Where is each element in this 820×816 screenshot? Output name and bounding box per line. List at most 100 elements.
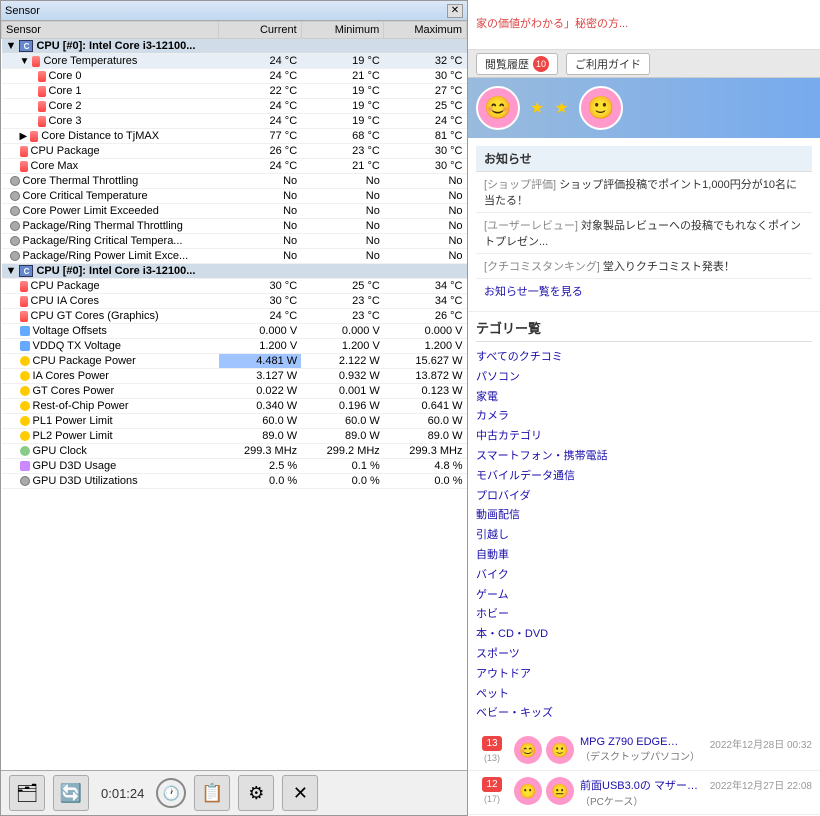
forum-avatar-1-1: 😶 <box>514 777 542 805</box>
category-title: テゴリー覧 <box>476 318 812 342</box>
browser-tab-guide[interactable]: ご利用ガイド <box>566 53 650 75</box>
forum-info-1: 前面USB3.0の マザー… （PCケース） <box>580 777 704 808</box>
sensor-window-title: Sensor <box>5 5 40 17</box>
avatar-area: 😊 ★ ★ 🙂 <box>468 78 820 138</box>
table-row: Package/Ring Thermal ThrottlingNoNoNo <box>2 219 467 234</box>
table-row: GT Cores Power0.022 W0.001 W0.123 W <box>2 384 467 399</box>
right-panel: 家の価値がわかる」秘密の方... 閲覧履歴 10 ご利用ガイド 😊 ★ ★ 🙂 … <box>468 0 820 816</box>
news-label-1: [ショップ評価] <box>484 179 556 191</box>
forum-count-0: 13 <box>482 736 502 751</box>
news-item-2: [ユーザーレビュー] 対象製品レビューへの投稿でもれなくポイントプレゼン... <box>476 213 812 254</box>
category-link-sub-cat[interactable]: 中古カテゴリ <box>476 427 812 447</box>
table-row: Core 024 °C21 °C30 °C <box>2 69 467 84</box>
forum-date-1: 2022年12月27日 22:08 <box>710 777 812 792</box>
forum-sub-count-1: (17) <box>484 794 500 804</box>
table-row: CPU GT Cores (Graphics)24 °C23 °C26 °C <box>2 309 467 324</box>
forum-list: 13 (13) 😊 🙂 MPG Z790 EDGE… （デスクトップパソコン） … <box>468 730 820 816</box>
category-link-game[interactable]: ゲーム <box>476 586 812 606</box>
category-link-pc[interactable]: パソコン <box>476 368 812 388</box>
toolbar-btn-folder[interactable]: 🗂 <box>9 775 45 811</box>
toolbar-btn-refresh[interactable]: 🔄 <box>53 775 89 811</box>
tab-history-badge: 10 <box>533 56 549 72</box>
subgroup-core-temps[interactable]: ▼ Core Temperatures24 °C19 °C32 °C <box>2 54 467 69</box>
category-link-all-reviews[interactable]: すべてのクチコミ <box>476 348 812 368</box>
forum-title-1[interactable]: 前面USB3.0の マザー… <box>580 777 704 793</box>
group-row-cpu0[interactable]: ▼ CCPU [#0]: Intel Core i3-12100... <box>2 39 467 54</box>
news-header: お知らせ <box>476 146 812 172</box>
news-title: お知らせ <box>484 150 532 167</box>
news-detail-3: 堂入りクチコミスト発表！ <box>603 261 735 273</box>
table-row: Core 324 °C19 °C24 °C <box>2 114 467 129</box>
category-link-books[interactable]: 本・CD・DVD <box>476 625 812 645</box>
table-row: Core 122 °C19 °C27 °C <box>2 84 467 99</box>
toolbar-btn-add[interactable]: 📋 <box>194 775 230 811</box>
category-link-pet[interactable]: ペット <box>476 685 812 705</box>
news-more-link-wrapper: お知らせ一覧を見る <box>476 279 812 303</box>
forum-avatars-1: 😶 😐 <box>514 777 574 805</box>
table-row: CPU Package Power4.481 W2.122 W15.627 W <box>2 354 467 369</box>
forum-date-0: 2022年12月28日 00:32 <box>710 736 812 751</box>
star-icon-2: ★ <box>554 98 568 118</box>
forum-avatar-1-0: 😊 <box>514 736 542 764</box>
forum-date-area-0: 2022年12月28日 00:32 <box>710 736 812 751</box>
table-row: Core Power Limit ExceededNoNoNo <box>2 204 467 219</box>
forum-title-0[interactable]: MPG Z790 EDGE… <box>580 736 704 748</box>
table-row: Core Critical TemperatureNoNoNo <box>2 189 467 204</box>
news-label-3: [クチコミスタンキング] <box>484 261 600 273</box>
toolbar-btn-settings[interactable]: ⚙ <box>238 775 274 811</box>
category-area: テゴリー覧 すべてのクチコミパソコン家電カメラ中古カテゴリスマートフォン・携帯電… <box>468 312 820 730</box>
news-more-link[interactable]: お知らせ一覧を見る <box>484 286 583 298</box>
forum-date-area-1: 2022年12月27日 22:08 <box>710 777 812 792</box>
browser-tab-history[interactable]: 閲覧履歴 10 <box>476 53 558 75</box>
forum-info-0: MPG Z790 EDGE… （デスクトップパソコン） <box>580 736 704 763</box>
sensor-titlebar: Sensor ✕ <box>1 1 467 21</box>
table-row: GPU Clock299.3 MHz299.2 MHz299.3 MHz <box>2 444 467 459</box>
category-link-smartphone[interactable]: スマートフォン・携帯電話 <box>476 447 812 467</box>
table-row: VDDQ TX Voltage1.200 V1.200 V1.200 V <box>2 339 467 354</box>
forum-sub-count-0: (13) <box>484 753 500 763</box>
window-close-button[interactable]: ✕ <box>447 4 463 18</box>
table-row: CPU IA Cores30 °C23 °C34 °C <box>2 294 467 309</box>
category-link-camera[interactable]: カメラ <box>476 407 812 427</box>
table-row: IA Cores Power3.127 W0.932 W13.872 W <box>2 369 467 384</box>
browser-bar: 閲覧履歴 10 ご利用ガイド <box>468 50 820 78</box>
col-current: Current <box>219 22 302 39</box>
table-row: PL2 Power Limit89.0 W89.0 W89.0 W <box>2 429 467 444</box>
col-minimum: Minimum <box>301 22 384 39</box>
table-row: Core 224 °C19 °C25 °C <box>2 99 467 114</box>
category-link-outdoor[interactable]: アウトドア <box>476 665 812 685</box>
clock-icon: 🕐 <box>156 778 186 808</box>
category-link-home[interactable]: 家電 <box>476 388 812 408</box>
forum-avatar-2-1: 😐 <box>546 777 574 805</box>
avatar-2: 🙂 <box>579 86 623 130</box>
right-content: 😊 ★ ★ 🙂 お知らせ [ショップ評価] ショップ評価投稿でポイント1,000… <box>468 78 820 816</box>
toolbar-timer: 0:01:24 <box>101 786 144 801</box>
toolbar-btn-close[interactable]: ✕ <box>282 775 318 811</box>
sensor-toolbar: 🗂 🔄 0:01:24 🕐 📋 ⚙ ✕ <box>1 770 467 815</box>
group-row-cpu1[interactable]: ▼ CCPU [#0]: Intel Core i3-12100... <box>2 264 467 279</box>
forum-sub-0: （デスクトップパソコン） <box>580 748 704 763</box>
table-row: Package/Ring Power Limit Exce...NoNoNo <box>2 249 467 264</box>
forum-count-1: 12 <box>482 777 502 792</box>
table-row: Voltage Offsets0.000 V0.000 V0.000 V <box>2 324 467 339</box>
category-link-kids[interactable]: ベビー・キッズ <box>476 704 812 724</box>
news-item-3: [クチコミスタンキング] 堂入りクチコミスト発表！ <box>476 254 812 279</box>
category-link-hobby[interactable]: ホビー <box>476 605 812 625</box>
star-icon: ★ <box>530 98 544 118</box>
table-row: GPU D3D Utilizations0.0 %0.0 %0.0 % <box>2 474 467 489</box>
avatar-1: 😊 <box>476 86 520 130</box>
table-row: CPU Package26 °C23 °C30 °C <box>2 144 467 159</box>
news-label-2: [ユーザーレビュー] <box>484 220 578 232</box>
table-row: ▶ Core Distance to TjMAX77 °C68 °C81 °C <box>2 129 467 144</box>
ad-area: 家の価値がわかる」秘密の方... <box>468 0 820 50</box>
category-link-car[interactable]: 自動車 <box>476 546 812 566</box>
category-link-bike[interactable]: バイク <box>476 566 812 586</box>
category-link-moving[interactable]: 引越し <box>476 526 812 546</box>
forum-avatar-2-0: 🙂 <box>546 736 574 764</box>
category-link-video[interactable]: 動画配信 <box>476 506 812 526</box>
category-link-isp[interactable]: プロバイダ <box>476 487 812 507</box>
category-link-sports[interactable]: スポーツ <box>476 645 812 665</box>
forum-item-0: 13 (13) 😊 🙂 MPG Z790 EDGE… （デスクトップパソコン） … <box>468 730 820 771</box>
category-link-mobile-data[interactable]: モバイルデータ通信 <box>476 467 812 487</box>
col-maximum: Maximum <box>384 22 467 39</box>
